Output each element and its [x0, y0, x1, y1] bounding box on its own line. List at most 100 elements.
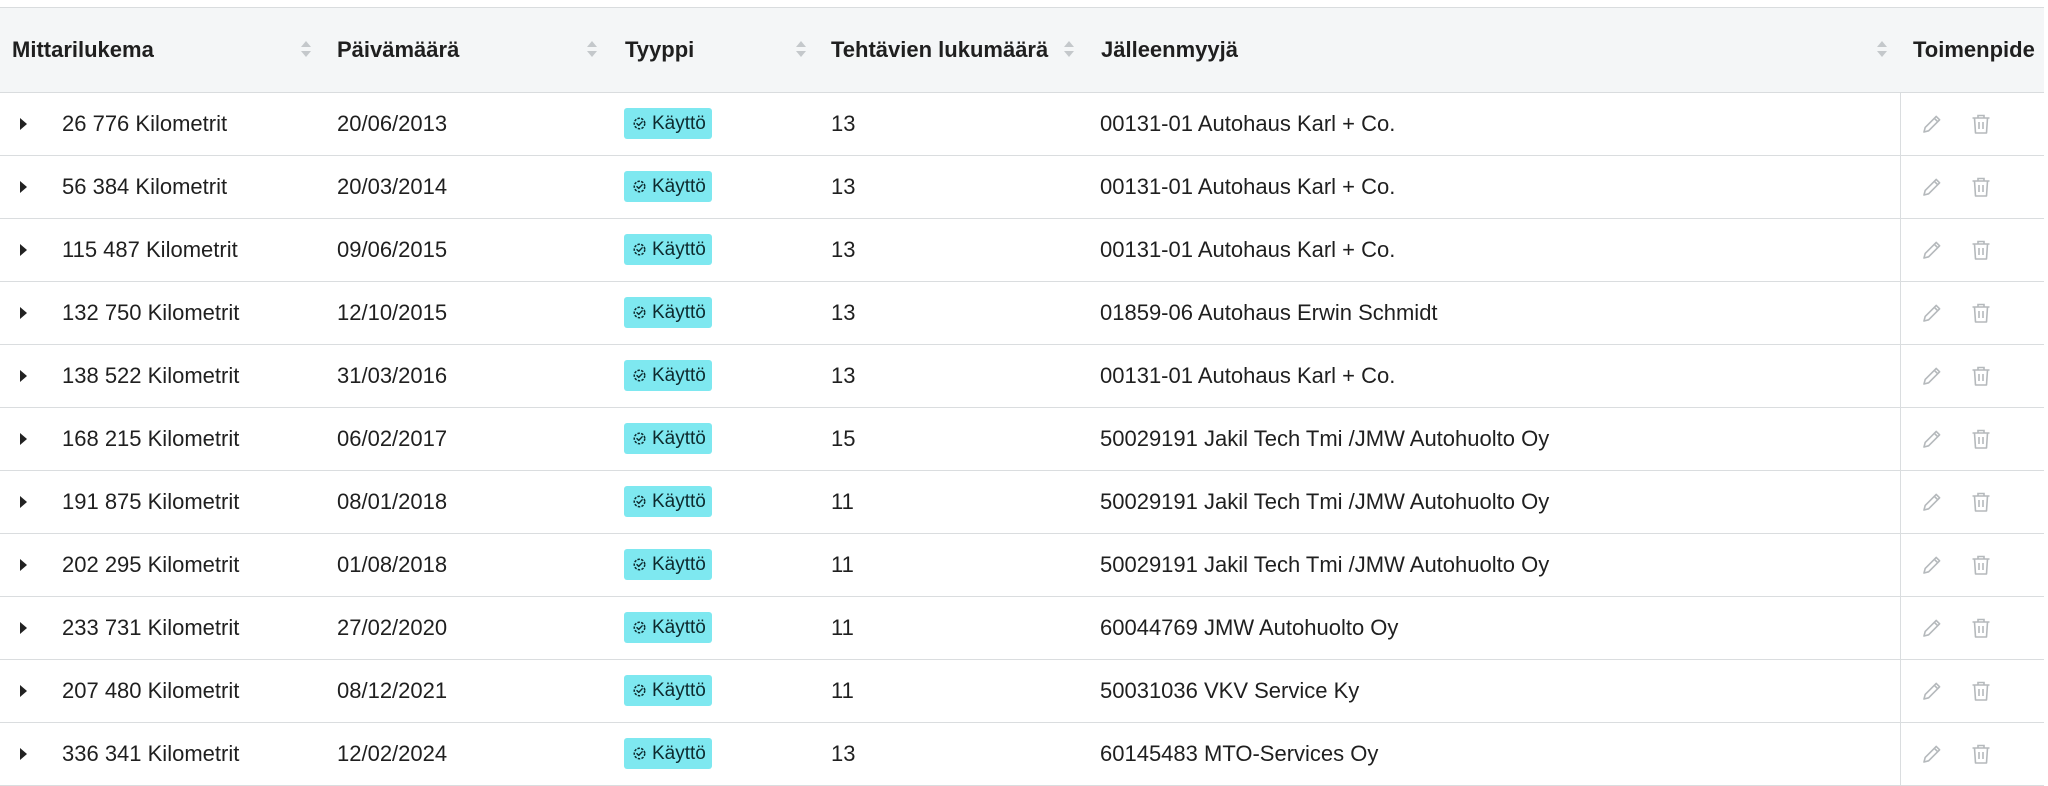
caret-right-icon[interactable] — [20, 181, 27, 193]
type-badge-label: Käyttö — [652, 364, 706, 386]
pencil-icon[interactable] — [1920, 742, 1944, 766]
table-row[interactable]: 56 384 Kilometrit 20/03/2014 Käyttö 13 0… — [0, 156, 2044, 219]
mileage-cell: 138 522 Kilometrit — [62, 363, 240, 388]
caret-right-icon[interactable] — [20, 685, 27, 697]
trash-icon[interactable] — [1969, 364, 1993, 388]
type-badge: Käyttö — [624, 234, 712, 265]
column-header-actions: Toimenpide — [1901, 8, 2044, 92]
column-header-task-count[interactable]: Tehtävien lukumäärä — [819, 8, 1059, 92]
gear-badge-icon — [633, 495, 646, 508]
table-row[interactable]: 26 776 Kilometrit 20/06/2013 Käyttö 13 0… — [0, 93, 2044, 156]
date-cell: 12/10/2015 — [337, 300, 448, 325]
sort-icon[interactable] — [300, 39, 312, 61]
date-cell: 20/03/2014 — [337, 174, 448, 199]
caret-right-icon[interactable] — [20, 244, 27, 256]
gear-badge-icon — [633, 684, 646, 697]
pencil-icon[interactable] — [1920, 364, 1944, 388]
date-cell: 20/06/2013 — [337, 111, 448, 136]
mileage-cell: 168 215 Kilometrit — [62, 426, 240, 451]
table-row[interactable]: 207 480 Kilometrit 08/12/2021 Käyttö 11 … — [0, 660, 2044, 723]
mileage-cell: 132 750 Kilometrit — [62, 300, 240, 325]
table-row[interactable]: 336 341 Kilometrit 12/02/2024 Käyttö 13 … — [0, 723, 2044, 786]
column-header-type-label: Tyyppi — [625, 37, 695, 62]
maintenance-table: Mittarilukema Päivämäärä Tyyppi Tehtävie… — [0, 7, 2044, 786]
date-cell: 06/02/2017 — [337, 426, 448, 451]
column-header-dealer[interactable]: Jälleenmyyjä — [1089, 8, 1869, 92]
pencil-icon[interactable] — [1920, 679, 1944, 703]
trash-icon[interactable] — [1969, 175, 1993, 199]
trash-icon[interactable] — [1969, 112, 1993, 136]
pencil-icon[interactable] — [1920, 301, 1944, 325]
dealer-cell: 01859-06 Autohaus Erwin Schmidt — [1100, 300, 1438, 325]
pencil-icon[interactable] — [1920, 490, 1944, 514]
type-badge-label: Käyttö — [652, 616, 706, 638]
sort-icon[interactable] — [1876, 39, 1888, 61]
task-count-cell: 11 — [831, 615, 854, 640]
pencil-icon[interactable] — [1920, 616, 1944, 640]
task-count-cell: 13 — [831, 300, 856, 325]
pencil-icon[interactable] — [1920, 553, 1944, 577]
trash-icon[interactable] — [1969, 238, 1993, 262]
table-row[interactable]: 115 487 Kilometrit 09/06/2015 Käyttö 13 … — [0, 219, 2044, 282]
date-cell: 09/06/2015 — [337, 237, 448, 262]
type-badge: Käyttö — [624, 423, 712, 454]
sort-icon[interactable] — [795, 39, 807, 61]
date-cell: 01/08/2018 — [337, 552, 448, 577]
type-badge-label: Käyttö — [652, 679, 706, 701]
trash-icon[interactable] — [1969, 427, 1993, 451]
caret-right-icon[interactable] — [20, 118, 27, 130]
type-badge: Käyttö — [624, 108, 712, 139]
type-badge-label: Käyttö — [652, 553, 706, 575]
caret-right-icon[interactable] — [20, 748, 27, 760]
row-actions — [1900, 471, 2045, 533]
pencil-icon[interactable] — [1920, 427, 1944, 451]
date-cell: 08/12/2021 — [337, 678, 448, 703]
table-row[interactable]: 138 522 Kilometrit 31/03/2016 Käyttö 13 … — [0, 345, 2044, 408]
caret-right-icon[interactable] — [20, 559, 27, 571]
table-row[interactable]: 168 215 Kilometrit 06/02/2017 Käyttö 15 … — [0, 408, 2044, 471]
date-cell: 08/01/2018 — [337, 489, 448, 514]
dealer-cell: 50031036 VKV Service Ky — [1100, 678, 1360, 703]
column-header-type[interactable]: Tyyppi — [613, 8, 783, 92]
dealer-cell: 00131-01 Autohaus Karl + Co. — [1100, 237, 1396, 262]
caret-right-icon[interactable] — [20, 307, 27, 319]
trash-icon[interactable] — [1969, 679, 1993, 703]
type-badge-label: Käyttö — [652, 490, 706, 512]
type-badge-label: Käyttö — [652, 301, 706, 323]
trash-icon[interactable] — [1969, 301, 1993, 325]
type-badge: Käyttö — [624, 549, 712, 580]
table-row[interactable]: 233 731 Kilometrit 27/02/2020 Käyttö 11 … — [0, 597, 2044, 660]
caret-right-icon[interactable] — [20, 370, 27, 382]
sort-icon[interactable] — [586, 39, 598, 61]
gear-badge-icon — [633, 369, 646, 382]
date-cell: 31/03/2016 — [337, 363, 448, 388]
trash-icon[interactable] — [1969, 742, 1993, 766]
sort-icon[interactable] — [1063, 39, 1075, 61]
row-actions — [1900, 93, 2045, 155]
table-row[interactable]: 202 295 Kilometrit 01/08/2018 Käyttö 11 … — [0, 534, 2044, 597]
trash-icon[interactable] — [1969, 490, 1993, 514]
caret-right-icon[interactable] — [20, 496, 27, 508]
caret-right-icon[interactable] — [20, 622, 27, 634]
row-actions — [1900, 408, 2045, 470]
column-header-date[interactable]: Päivämäärä — [325, 8, 585, 92]
column-header-mileage[interactable]: Mittarilukema — [0, 8, 290, 92]
pencil-icon[interactable] — [1920, 112, 1944, 136]
row-actions — [1900, 282, 2045, 344]
pencil-icon[interactable] — [1920, 238, 1944, 262]
table-row[interactable]: 132 750 Kilometrit 12/10/2015 Käyttö 13 … — [0, 282, 2044, 345]
pencil-icon[interactable] — [1920, 175, 1944, 199]
type-badge: Käyttö — [624, 612, 712, 643]
row-actions — [1900, 219, 2045, 281]
type-badge-label: Käyttö — [652, 742, 706, 764]
task-count-cell: 13 — [831, 363, 856, 388]
caret-right-icon[interactable] — [20, 433, 27, 445]
table-row[interactable]: 191 875 Kilometrit 08/01/2018 Käyttö 11 … — [0, 471, 2044, 534]
type-badge-label: Käyttö — [652, 427, 706, 449]
task-count-cell: 15 — [831, 426, 856, 451]
mileage-cell: 336 341 Kilometrit — [62, 741, 240, 766]
trash-icon[interactable] — [1969, 553, 1993, 577]
type-badge: Käyttö — [624, 738, 712, 769]
task-count-cell: 13 — [831, 174, 856, 199]
trash-icon[interactable] — [1969, 616, 1993, 640]
